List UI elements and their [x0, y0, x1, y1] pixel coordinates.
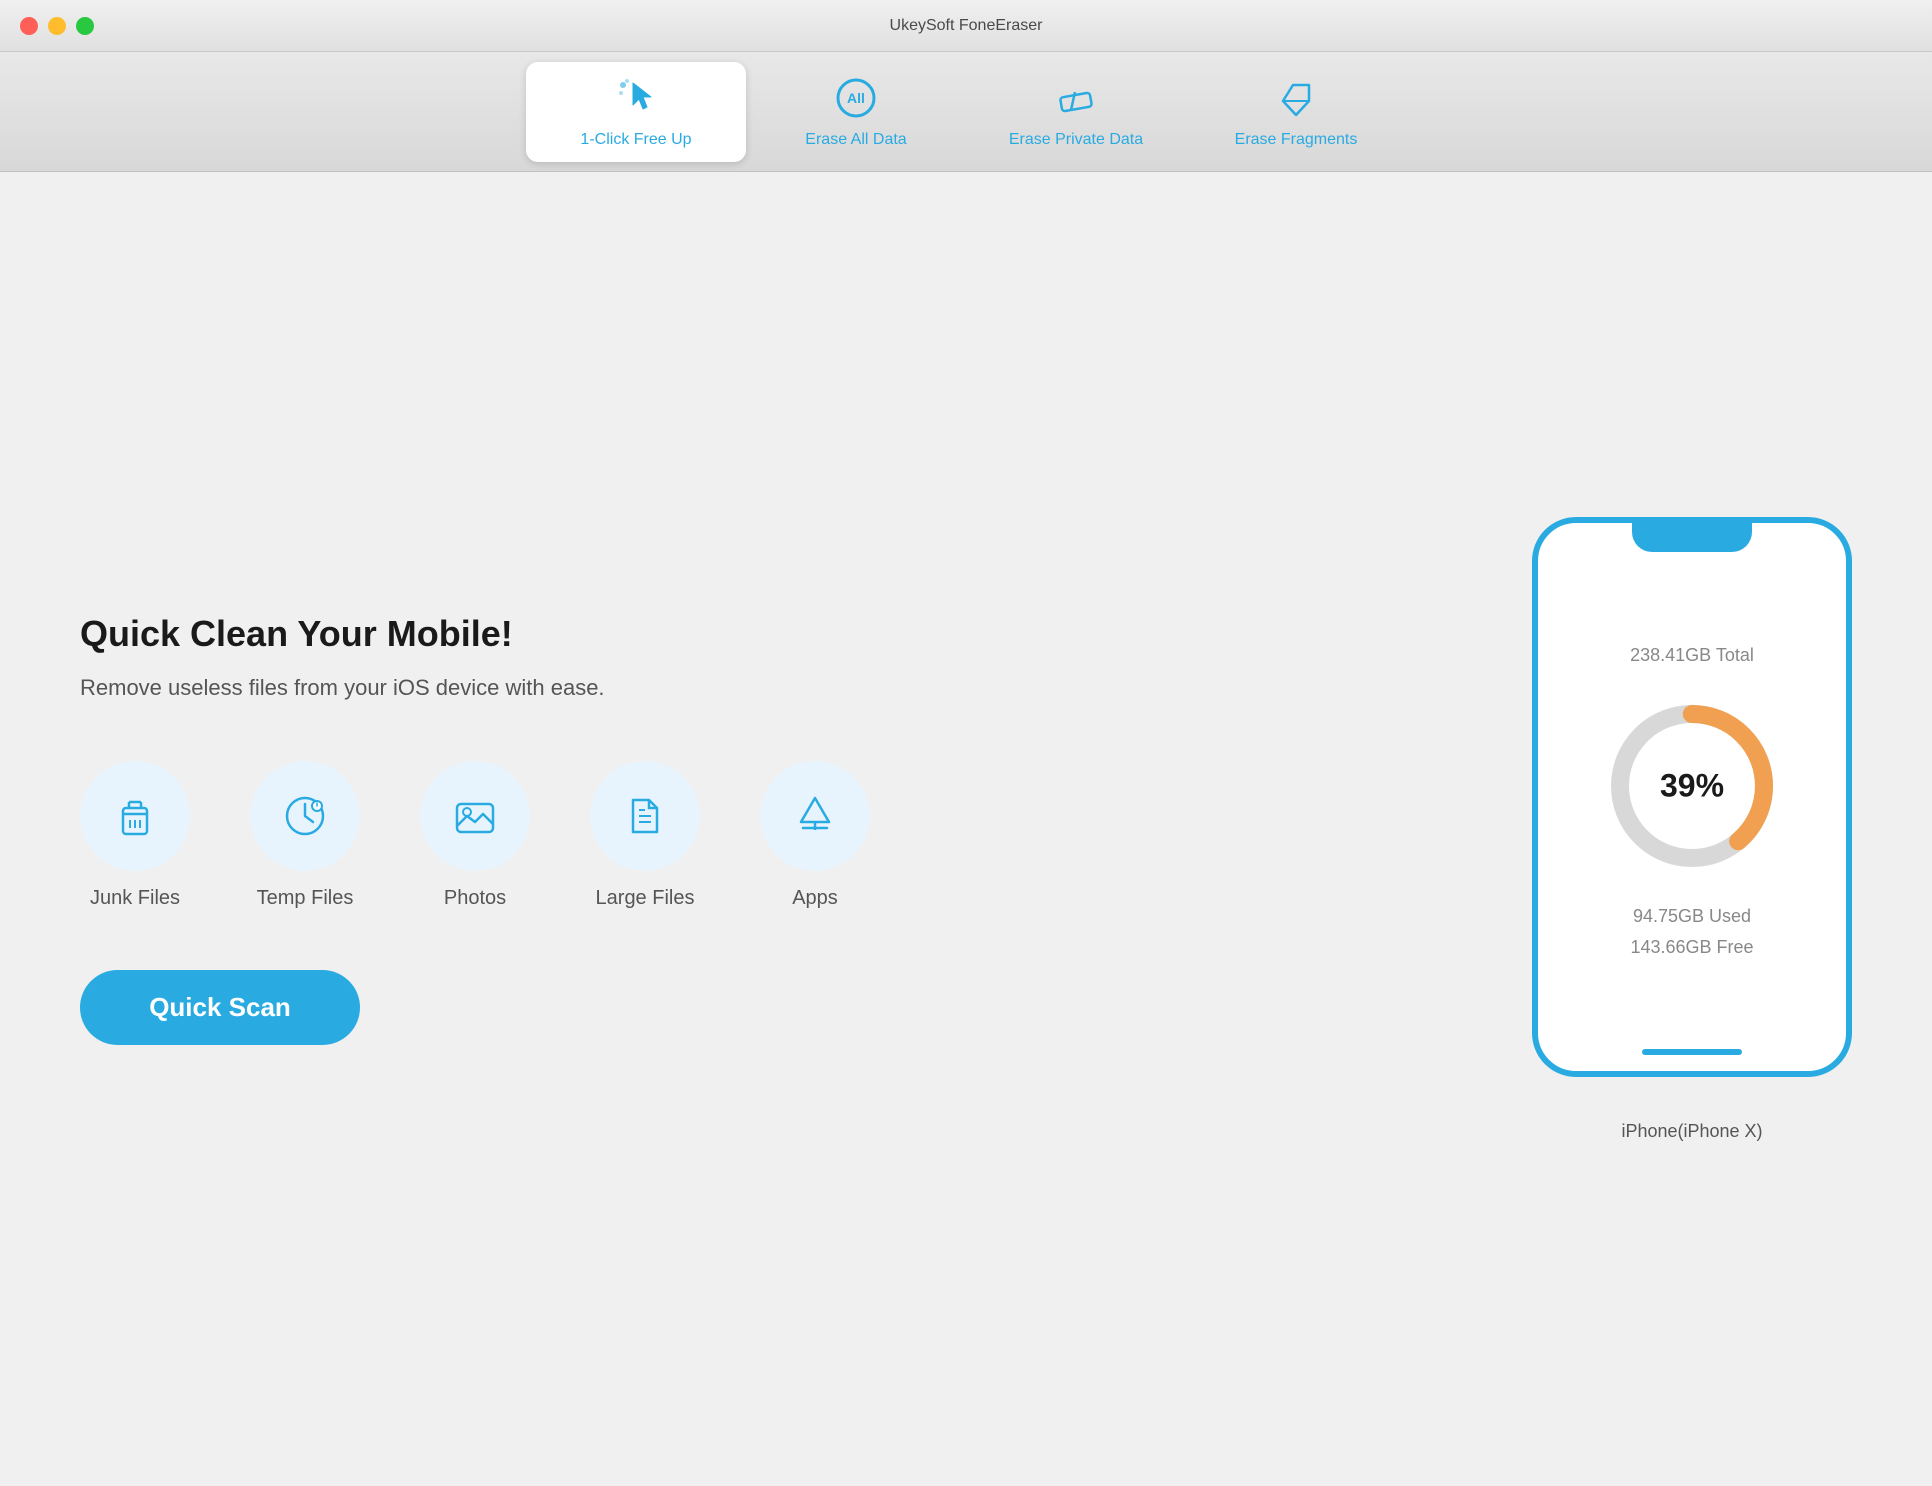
junk-files-icon: [80, 761, 190, 871]
left-panel: Quick Clean Your Mobile! Remove useless …: [80, 613, 1452, 1045]
title-bar: UkeySoft FoneEraser: [0, 0, 1932, 52]
main-subtitle: Remove useless files from your iOS devic…: [80, 675, 1452, 701]
erase-private-icon: [1053, 75, 1099, 121]
photos-icon: [420, 761, 530, 871]
nav-bar: 1-Click Free Up All Erase All Data Erase…: [0, 52, 1932, 172]
photos-item[interactable]: Photos: [420, 761, 530, 910]
temp-files-item[interactable]: Temp Files: [250, 761, 360, 910]
window-title: UkeySoft FoneEraser: [890, 17, 1043, 35]
photos-label: Photos: [444, 887, 506, 910]
junk-files-label: Junk Files: [90, 887, 180, 910]
phone-frame: 238.41GB Total 39% 94.75GB Used: [1532, 517, 1852, 1077]
icon-grid: Junk Files Temp Files: [80, 761, 1452, 910]
apps-label: Apps: [792, 887, 838, 910]
junk-files-item[interactable]: Junk Files: [80, 761, 190, 910]
one-click-icon: [613, 75, 659, 121]
svg-text:All: All: [847, 90, 865, 106]
device-total: 238.41GB Total: [1630, 645, 1754, 666]
device-used: 94.75GB Used: [1633, 906, 1751, 927]
phone-notch: [1632, 522, 1752, 552]
large-files-icon: [590, 761, 700, 871]
minimize-button[interactable]: [48, 17, 66, 35]
temp-files-label: Temp Files: [257, 887, 354, 910]
window-controls: [20, 17, 94, 35]
tab-one-click-label: 1-Click Free Up: [580, 131, 691, 149]
apps-icon: [760, 761, 870, 871]
erase-all-icon: All: [833, 75, 879, 121]
close-button[interactable]: [20, 17, 38, 35]
maximize-button[interactable]: [76, 17, 94, 35]
storage-donut-chart: 39%: [1602, 696, 1782, 876]
tab-erase-fragments-label: Erase Fragments: [1235, 131, 1358, 149]
tab-one-click-free-up[interactable]: 1-Click Free Up: [526, 62, 746, 162]
tab-erase-all-label: Erase All Data: [805, 131, 906, 149]
quick-scan-button[interactable]: Quick Scan: [80, 970, 360, 1045]
tab-erase-private-label: Erase Private Data: [1009, 131, 1143, 149]
large-files-label: Large Files: [596, 887, 695, 910]
large-files-item[interactable]: Large Files: [590, 761, 700, 910]
tab-erase-all-data[interactable]: All Erase All Data: [746, 62, 966, 162]
device-name: iPhone(iPhone X): [1621, 1121, 1762, 1142]
erase-fragments-icon: [1273, 75, 1319, 121]
phone-home-bar: [1642, 1049, 1742, 1055]
phone-container: 238.41GB Total 39% 94.75GB Used: [1532, 517, 1852, 1097]
main-content: Quick Clean Your Mobile! Remove useless …: [0, 172, 1932, 1486]
device-free: 143.66GB Free: [1630, 937, 1753, 958]
phone-stats: 94.75GB Used 143.66GB Free: [1630, 906, 1753, 958]
tab-erase-fragments[interactable]: Erase Fragments: [1186, 62, 1406, 162]
apps-item[interactable]: Apps: [760, 761, 870, 910]
storage-percent-label: 39%: [1660, 768, 1724, 805]
right-panel: 238.41GB Total 39% 94.75GB Used: [1532, 517, 1852, 1142]
temp-files-icon: [250, 761, 360, 871]
tab-erase-private-data[interactable]: Erase Private Data: [966, 62, 1186, 162]
main-headline: Quick Clean Your Mobile!: [80, 613, 1452, 655]
